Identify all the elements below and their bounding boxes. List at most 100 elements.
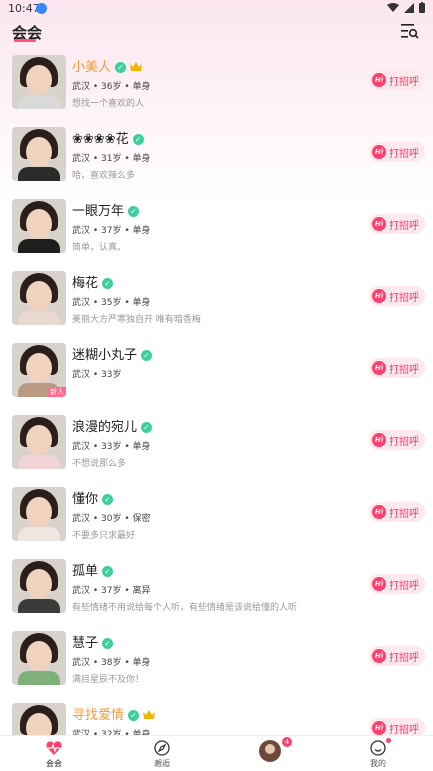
user-avatar[interactable]: [12, 55, 66, 109]
user-name-row: 梅花 ✓: [72, 272, 114, 291]
user-meta: 武汉 • 33岁: [72, 370, 122, 380]
hi-icon: Hi: [372, 145, 386, 159]
heart-pulse-icon: [46, 740, 62, 756]
hi-icon: Hi: [372, 361, 386, 375]
crown-icon: [130, 62, 143, 71]
tab-messages[interactable]: 4: [216, 736, 324, 771]
filter-search-icon[interactable]: [401, 23, 419, 39]
user-name-row: 一眼万年 ✓: [72, 200, 140, 219]
wifi-icon: [387, 2, 399, 12]
new-user-tag: 新人: [48, 387, 66, 397]
greet-label: 打招呼: [389, 508, 419, 520]
verified-icon: ✓: [128, 710, 140, 721]
notification-icon: [36, 3, 47, 14]
user-signature: 简单，认真。: [72, 243, 127, 253]
user-name-row: 寻找爱情 ✓: [72, 704, 156, 723]
user-meta: 武汉 • 30岁 • 保密: [72, 514, 151, 524]
user-name-row: ❀❀❀❀花 ✓: [72, 128, 144, 147]
verified-icon: ✓: [102, 566, 114, 577]
user-list-item[interactable]: 新人 迷糊小丸子 ✓ 武汉 • 33岁 Hi 打招呼: [0, 338, 433, 410]
tab-会会[interactable]: 会会: [0, 736, 108, 771]
crown-icon: [143, 710, 156, 719]
user-avatar[interactable]: [12, 487, 66, 541]
hi-icon: Hi: [372, 505, 386, 519]
user-list-item[interactable]: 梅花 ✓ 武汉 • 35岁 • 单身 美丽大方严寒独自开 唯有暗香梅 Hi 打招呼: [0, 266, 433, 338]
greet-button[interactable]: Hi 打招呼: [369, 646, 425, 666]
greet-label: 打招呼: [389, 148, 419, 160]
greet-button[interactable]: Hi 打招呼: [369, 70, 425, 90]
greet-button[interactable]: Hi 打招呼: [369, 430, 425, 450]
greet-label: 打招呼: [389, 364, 419, 376]
user-name: 寻找爱情: [72, 708, 125, 723]
tab-label: 邂逅: [154, 759, 170, 768]
greet-label: 打招呼: [389, 436, 419, 448]
user-list-item[interactable]: 懂你 ✓ 武汉 • 30岁 • 保密 不要多只求最好 Hi 打招呼: [0, 482, 433, 554]
verified-icon: ✓: [141, 422, 153, 433]
status-icons: [387, 2, 425, 13]
user-avatar[interactable]: [12, 415, 66, 469]
red-dot: [386, 738, 391, 743]
battery-icon: [419, 2, 425, 13]
user-name-row: 慧子 ✓: [72, 632, 114, 651]
user-list-item[interactable]: ❀❀❀❀花 ✓ 武汉 • 31岁 • 单身 哈，喜欢辣么多 Hi 打招呼: [0, 122, 433, 194]
user-name: 孤单: [72, 564, 99, 579]
user-meta: 武汉 • 37岁 • 单身: [72, 226, 151, 236]
greet-label: 打招呼: [389, 220, 419, 232]
greet-button[interactable]: Hi 打招呼: [369, 214, 425, 234]
compass-icon: [154, 740, 170, 756]
greet-label: 打招呼: [389, 652, 419, 664]
user-signature: 美丽大方严寒独自开 唯有暗香梅: [72, 315, 201, 325]
hi-icon: Hi: [372, 217, 386, 231]
user-meta: 武汉 • 31岁 • 单身: [72, 154, 151, 164]
user-signature: 哈，喜欢辣么多: [72, 171, 136, 181]
verified-icon: ✓: [102, 494, 114, 505]
user-meta: 武汉 • 36岁 • 单身: [72, 82, 151, 92]
tab-label: 会会: [46, 759, 62, 768]
user-avatar[interactable]: [12, 631, 66, 685]
verified-icon: ✓: [115, 62, 127, 73]
user-list-item[interactable]: 慧子 ✓ 武汉 • 38岁 • 单身 满目星辰不及你！ Hi 打招呼: [0, 626, 433, 698]
top-bar: 会会: [0, 18, 433, 48]
user-signature: 不想说那么多: [72, 459, 127, 469]
user-name: 迷糊小丸子: [72, 348, 138, 363]
user-name: 浪漫的宛儿: [72, 420, 138, 435]
user-name: 懂你: [72, 492, 99, 507]
greet-button[interactable]: Hi 打招呼: [369, 502, 425, 522]
user-avatar[interactable]: [12, 559, 66, 613]
status-bar: 10:47: [0, 0, 433, 18]
user-name: 小美人: [72, 60, 112, 75]
user-avatar[interactable]: [12, 127, 66, 181]
user-name-row: 懂你 ✓: [72, 488, 114, 507]
hi-icon: Hi: [372, 577, 386, 591]
greet-button[interactable]: Hi 打招呼: [369, 286, 425, 306]
greet-button[interactable]: Hi 打招呼: [369, 574, 425, 594]
signal-icon: [404, 2, 414, 13]
greet-label: 打招呼: [389, 580, 419, 592]
user-signature: 有些情绪不用说给每个人听，有些情绪是该说给懂的人听: [72, 603, 298, 613]
tab-label: 我的: [370, 759, 386, 768]
greet-button[interactable]: Hi 打招呼: [369, 358, 425, 378]
user-signature: 满目星辰不及你！: [72, 675, 145, 685]
greet-label: 打招呼: [389, 76, 419, 88]
user-name-row: 小美人 ✓: [72, 56, 143, 75]
user-list-item[interactable]: 小美人 ✓ 武汉 • 36岁 • 单身 想找一个喜欢的人 Hi 打招呼: [0, 50, 433, 122]
tab-邂逅[interactable]: 邂逅: [108, 736, 216, 771]
user-signature: 不要多只求最好: [72, 531, 136, 541]
tab-我的[interactable]: 我的: [324, 736, 432, 771]
user-avatar[interactable]: [12, 199, 66, 253]
user-list-item[interactable]: 孤单 ✓ 武汉 • 37岁 • 离异 有些情绪不用说给每个人听，有些情绪是该说给懂…: [0, 554, 433, 626]
greet-button[interactable]: Hi 打招呼: [369, 142, 425, 162]
hi-icon: Hi: [372, 433, 386, 447]
hi-icon: Hi: [372, 721, 386, 735]
hi-icon: Hi: [372, 289, 386, 303]
user-name: 慧子: [72, 636, 99, 651]
user-avatar[interactable]: [12, 271, 66, 325]
user-name: ❀❀❀❀花: [72, 132, 129, 147]
verified-icon: ✓: [132, 134, 144, 145]
user-meta: 武汉 • 35岁 • 单身: [72, 298, 151, 308]
user-name-row: 迷糊小丸子 ✓: [72, 344, 153, 363]
user-avatar[interactable]: 新人: [12, 343, 66, 397]
user-list-item[interactable]: 浪漫的宛儿 ✓ 武汉 • 33岁 • 单身 不想说那么多 Hi 打招呼: [0, 410, 433, 482]
user-list-item[interactable]: 一眼万年 ✓ 武汉 • 37岁 • 单身 简单，认真。 Hi 打招呼: [0, 194, 433, 266]
user-signature: 想找一个喜欢的人: [72, 99, 145, 109]
